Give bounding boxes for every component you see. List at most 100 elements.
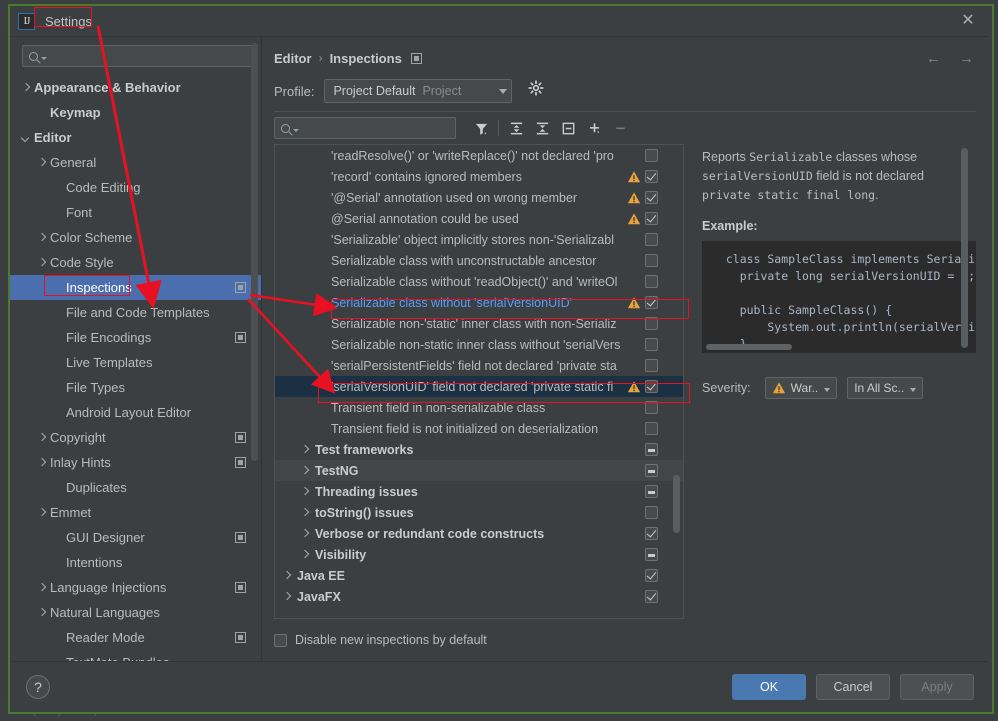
- code-horizontal-scrollbar[interactable]: [706, 344, 792, 350]
- severity-select[interactable]: War..: [764, 377, 838, 399]
- gear-icon[interactable]: [528, 80, 545, 102]
- profile-select[interactable]: Project Default Project: [324, 79, 513, 103]
- sidebar-item-android-layout-editor[interactable]: Android Layout Editor: [10, 400, 262, 425]
- apply-button[interactable]: Apply: [900, 674, 974, 700]
- inspection-group-row[interactable]: Threading issues: [275, 481, 683, 502]
- inspection-enabled-checkbox[interactable]: [645, 590, 658, 603]
- sidebar-scrollbar[interactable]: [251, 43, 258, 461]
- sidebar-item-editor[interactable]: Editor: [10, 125, 262, 150]
- inspection-enabled-checkbox[interactable]: [645, 191, 658, 204]
- inspection-enabled-checkbox[interactable]: [645, 506, 658, 519]
- sidebar-item-reader-mode[interactable]: Reader Mode: [10, 625, 262, 650]
- inspection-enabled-checkbox[interactable]: [645, 149, 658, 162]
- back-arrow-icon[interactable]: ←: [926, 51, 941, 66]
- inspection-row[interactable]: Serializable class without 'readObject()…: [275, 271, 683, 292]
- sidebar-item-live-templates[interactable]: Live Templates: [10, 350, 262, 375]
- inspection-row[interactable]: 'Serializable' object implicitly stores …: [275, 229, 683, 250]
- chevron-right-icon[interactable]: [281, 591, 293, 603]
- sidebar-item-keymap[interactable]: Keymap: [10, 100, 262, 125]
- add-icon[interactable]: [581, 116, 607, 140]
- chevron-right-icon[interactable]: [299, 444, 311, 456]
- chevron-right-icon[interactable]: [36, 507, 47, 518]
- inspection-enabled-checkbox[interactable]: [645, 527, 658, 540]
- inspection-enabled-checkbox[interactable]: [645, 212, 658, 225]
- inspection-enabled-checkbox[interactable]: [645, 170, 658, 183]
- sidebar-item-font[interactable]: Font: [10, 200, 262, 225]
- inspection-group-row[interactable]: Verbose or redundant code constructs: [275, 523, 683, 544]
- inspection-row[interactable]: Transient field in non-serializable clas…: [275, 397, 683, 418]
- ok-button[interactable]: OK: [732, 674, 806, 700]
- inspection-row[interactable]: @Serial annotation could be used: [275, 208, 683, 229]
- inspection-group-row[interactable]: toString() issues: [275, 502, 683, 523]
- chevron-right-icon[interactable]: [36, 457, 47, 468]
- chevron-right-icon[interactable]: [299, 465, 311, 477]
- sidebar-item-file-types[interactable]: File Types: [10, 375, 262, 400]
- inspection-row[interactable]: 'record' contains ignored members: [275, 166, 683, 187]
- filter-icon[interactable]: [468, 116, 494, 140]
- inspection-group-row[interactable]: TestNG: [275, 460, 683, 481]
- inspection-enabled-checkbox[interactable]: [645, 317, 658, 330]
- inspection-row[interactable]: Transient field is not initialized on de…: [275, 418, 683, 439]
- sidebar-item-language-injections[interactable]: Language Injections: [10, 575, 262, 600]
- disable-new-inspections-checkbox[interactable]: [274, 633, 287, 647]
- inspection-enabled-checkbox[interactable]: [645, 338, 658, 351]
- sidebar-item-emmet[interactable]: Emmet: [10, 500, 262, 525]
- inspection-group-row[interactable]: Test frameworks: [275, 439, 683, 460]
- chevron-right-icon[interactable]: [20, 82, 31, 93]
- chevron-right-icon[interactable]: [299, 486, 311, 498]
- inspection-row[interactable]: Serializable non-'static' inner class wi…: [275, 313, 683, 334]
- close-icon[interactable]: ✕: [960, 13, 976, 29]
- sidebar-item-natural-languages[interactable]: Natural Languages: [10, 600, 262, 625]
- inspection-row[interactable]: Serializable class without 'serialVersio…: [275, 292, 683, 313]
- forward-arrow-icon[interactable]: →: [959, 51, 974, 66]
- sidebar-item-gui-designer[interactable]: GUI Designer: [10, 525, 262, 550]
- chevron-right-icon[interactable]: [36, 157, 47, 168]
- chevron-right-icon[interactable]: [36, 232, 47, 243]
- chevron-right-icon[interactable]: [299, 549, 311, 561]
- sidebar-item-general[interactable]: General: [10, 150, 262, 175]
- inspections-scrollbar[interactable]: [673, 475, 680, 533]
- sidebar-item-file-and-code-templates[interactable]: File and Code Templates: [10, 300, 262, 325]
- inspection-enabled-checkbox[interactable]: [645, 296, 658, 309]
- inspection-group-row[interactable]: Java EE: [275, 565, 683, 586]
- disable-new-inspections-row[interactable]: Disable new inspections by default: [262, 619, 988, 661]
- chevron-right-icon[interactable]: [36, 582, 47, 593]
- chevron-down-icon[interactable]: [20, 132, 31, 143]
- chevron-right-icon[interactable]: [299, 528, 311, 540]
- show-only-enabled-icon[interactable]: [555, 116, 581, 140]
- inspection-enabled-checkbox[interactable]: [645, 485, 658, 498]
- sidebar-item-appearance-behavior[interactable]: Appearance & Behavior: [10, 75, 262, 100]
- inspection-enabled-checkbox[interactable]: [645, 569, 658, 582]
- chevron-right-icon[interactable]: [36, 607, 47, 618]
- severity-scope-select[interactable]: In All Sc..: [847, 377, 924, 399]
- sidebar-item-textmate-bundles[interactable]: TextMate Bundles: [10, 650, 262, 661]
- chevron-right-icon[interactable]: [36, 257, 47, 268]
- inspection-row[interactable]: '@Serial' annotation used on wrong membe…: [275, 187, 683, 208]
- inspection-row[interactable]: 'serialVersionUID' field not declared 'p…: [275, 376, 683, 397]
- inspection-row[interactable]: Serializable class with unconstructable …: [275, 250, 683, 271]
- chevron-right-icon[interactable]: [36, 432, 47, 443]
- sidebar-item-inlay-hints[interactable]: Inlay Hints: [10, 450, 262, 475]
- sidebar-item-color-scheme[interactable]: Color Scheme: [10, 225, 262, 250]
- search-input[interactable]: [22, 45, 254, 67]
- sidebar-item-file-encodings[interactable]: File Encodings: [10, 325, 262, 350]
- inspection-group-row[interactable]: Visibility: [275, 544, 683, 565]
- inspection-enabled-checkbox[interactable]: [645, 422, 658, 435]
- inspection-enabled-checkbox[interactable]: [645, 464, 658, 477]
- description-scrollbar[interactable]: [961, 148, 968, 348]
- inspection-enabled-checkbox[interactable]: [645, 548, 658, 561]
- sidebar-item-code-style[interactable]: Code Style: [10, 250, 262, 275]
- sidebar-item-duplicates[interactable]: Duplicates: [10, 475, 262, 500]
- sidebar-item-inspections[interactable]: Inspections: [10, 275, 262, 300]
- cancel-button[interactable]: Cancel: [816, 674, 890, 700]
- chevron-right-icon[interactable]: [281, 570, 293, 582]
- inspection-enabled-checkbox[interactable]: [645, 254, 658, 267]
- inspection-enabled-checkbox[interactable]: [645, 401, 658, 414]
- inspection-enabled-checkbox[interactable]: [645, 233, 658, 246]
- inspection-row[interactable]: 'serialPersistentFields' field not decla…: [275, 355, 683, 376]
- inspection-enabled-checkbox[interactable]: [645, 443, 658, 456]
- inspection-search-input[interactable]: [274, 117, 456, 139]
- inspection-enabled-checkbox[interactable]: [645, 380, 658, 393]
- inspection-enabled-checkbox[interactable]: [645, 359, 658, 372]
- inspection-group-row[interactable]: JavaFX: [275, 586, 683, 607]
